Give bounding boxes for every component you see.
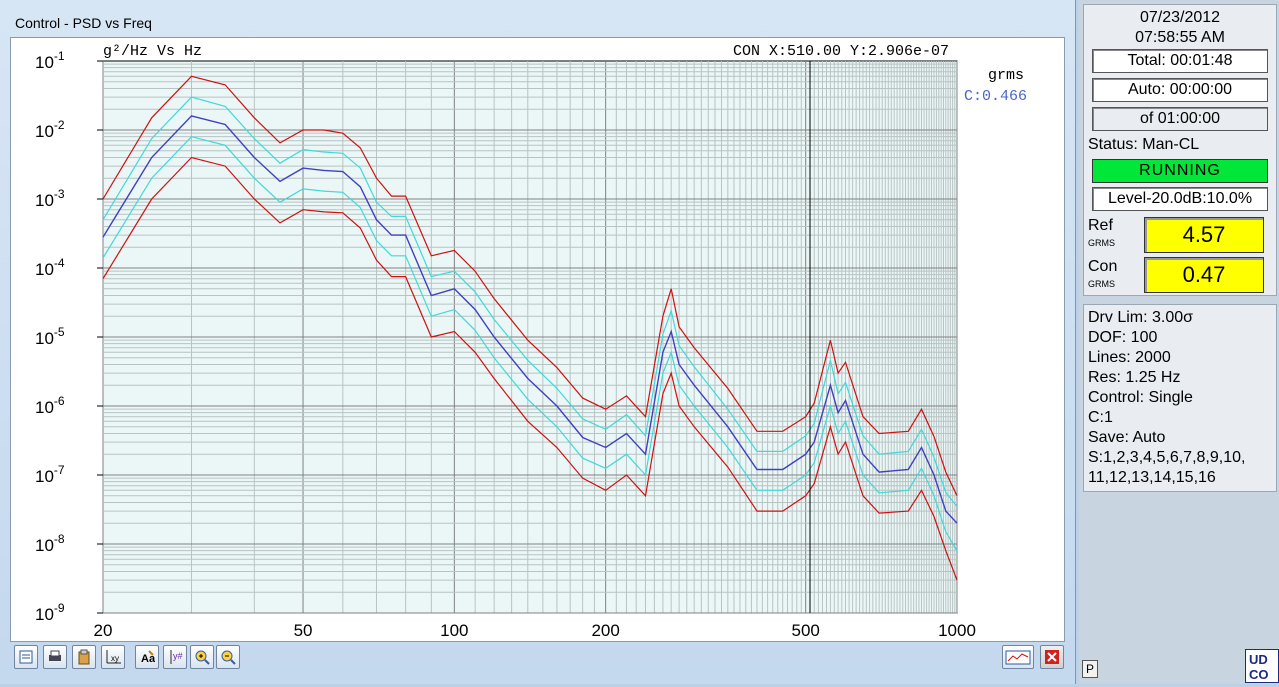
info-dof: DOF: 100 <box>1088 329 1158 346</box>
ref-label: Ref <box>1088 217 1113 234</box>
level-readout: Level-20.0dB:10.0% <box>1092 187 1268 211</box>
x-tick-label: 200 <box>591 621 619 640</box>
time-label: 07:58:55 AM <box>1135 29 1225 46</box>
plot-toolbar: xy Aa y# <box>10 643 1064 675</box>
close-red-icon[interactable] <box>1040 645 1064 669</box>
psd-plot[interactable]: 10-110-210-310-410-510-610-710-810-9 20 5… <box>11 38 1064 641</box>
udco-logo: UD CO <box>1245 649 1279 683</box>
chart-window-icon[interactable] <box>1002 645 1034 669</box>
x-tick-label: 50 <box>294 621 313 640</box>
cursor-readout: CON X:510.00 Y:2.906e-07 <box>733 43 949 60</box>
info-s-list-1: S:1,2,3,4,5,6,7,8,9,10, <box>1088 449 1246 466</box>
date-label: 07/23/2012 <box>1139 9 1221 26</box>
ref-value: 4.57 <box>1144 217 1264 253</box>
axis-icon[interactable]: xy <box>101 645 125 669</box>
x-tick-label: 1000 <box>938 621 976 640</box>
x-tick-label: 500 <box>791 621 819 640</box>
ref-sub-label: GRMS <box>1088 238 1115 248</box>
con-value: 0.47 <box>1144 257 1264 293</box>
title-bar: Control - PSD vs Freq <box>0 0 1075 38</box>
of-time: of 01:00:00 <box>1092 107 1268 131</box>
total-time: Total: 00:01:48 <box>1092 49 1268 73</box>
info-drv-lim: Drv Lim: 3.00σ <box>1088 309 1194 326</box>
con-sub-label: GRMS <box>1088 279 1115 289</box>
zoom-out-icon[interactable] <box>216 645 240 669</box>
info-s-list-2: 11,12,13,14,15,16 <box>1088 469 1216 486</box>
running-indicator: RUNNING <box>1092 159 1268 183</box>
info-channel: C:1 <box>1088 409 1113 426</box>
info-res: Res: 1.25 Hz <box>1088 369 1181 386</box>
list-icon[interactable] <box>14 645 38 669</box>
window-title: Control - PSD vs Freq <box>15 15 152 31</box>
con-label: Con <box>1088 258 1118 275</box>
svg-text:CO: CO <box>1249 667 1269 682</box>
x-tick-label: 100 <box>440 621 468 640</box>
print-icon[interactable] <box>43 645 67 669</box>
svg-text:y#: y# <box>173 651 183 661</box>
info-panel: Drv Lim: 3.00σ DOF: 100 Lines: 2000 Res:… <box>1083 304 1277 492</box>
x-tick-label: 20 <box>94 621 113 640</box>
font-icon[interactable]: Aa <box>135 645 159 669</box>
auto-time: Auto: 00:00:00 <box>1092 78 1268 102</box>
cursor-icon[interactable]: y# <box>163 645 187 669</box>
status-panel: 07/23/2012 07:58:55 AM Total: 00:01:48 A… <box>1083 4 1277 296</box>
plot-panel: 10-1 10-2 10-3 10-4 10-5 10-6 10-7 10-8 10-9 20 5… <box>10 37 1065 642</box>
info-lines: Lines: 2000 <box>1088 349 1171 366</box>
svg-text:xy: xy <box>111 654 119 663</box>
status-sidebar: 07/23/2012 07:58:55 AM Total: 00:01:48 A… <box>1079 0 1279 684</box>
control-window: Control - PSD vs Freq 10-1 10-2 10-3 10-4 10… <box>0 0 1076 684</box>
svg-text:UD: UD <box>1249 652 1268 667</box>
zoom-in-icon[interactable] <box>190 645 214 669</box>
p-button[interactable]: P <box>1082 660 1098 678</box>
status-label: Status: Man-CL <box>1088 136 1200 153</box>
info-control: Control: Single <box>1088 389 1193 406</box>
clipboard-icon[interactable] <box>72 645 96 669</box>
info-save: Save: Auto <box>1088 429 1166 446</box>
grms-value: C:0.466 <box>964 88 1027 105</box>
units-label: g²/Hz Vs Hz <box>103 43 202 60</box>
grms-label: grms <box>988 67 1024 84</box>
